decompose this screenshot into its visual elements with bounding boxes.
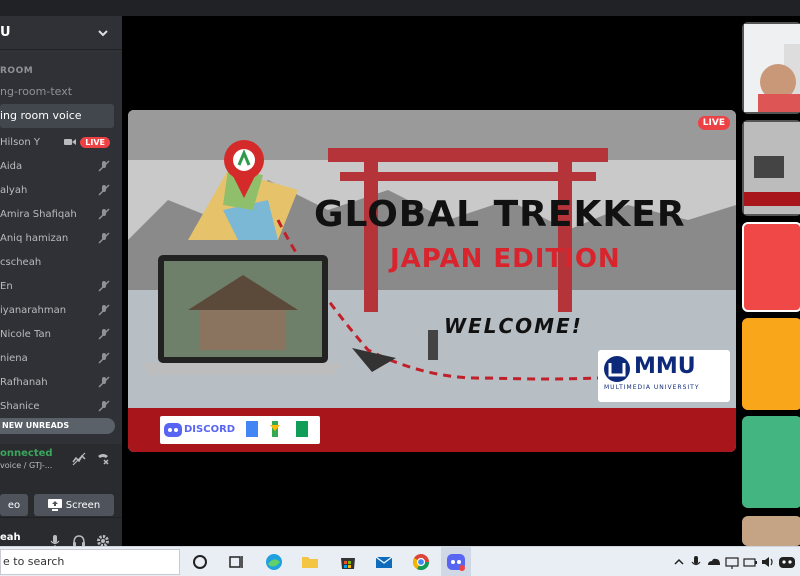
mic-off-icon (98, 232, 110, 244)
participant-tile-orange[interactable] (742, 318, 800, 410)
taskbar-search[interactable]: e to search (0, 549, 180, 575)
windows-taskbar: e to search (0, 546, 800, 576)
edge-icon[interactable] (264, 552, 284, 572)
voice-user[interactable]: Aniq hamizan (0, 226, 122, 250)
mic-off-icon (98, 304, 110, 316)
participant-tile-camera[interactable] (742, 22, 800, 114)
slide-footer-band: DISCORD (128, 408, 736, 452)
screen-share-icon (47, 499, 62, 511)
category-room[interactable]: ROOM (0, 66, 122, 76)
voice-user[interactable]: niena (0, 346, 122, 370)
voice-status[interactable]: onnected (0, 448, 53, 459)
volume-icon[interactable] (760, 552, 776, 572)
voice-connection-panel: onnected voice / GTJ-... eo Screen (0, 444, 122, 518)
participant-video (744, 24, 800, 112)
sponsor-logos: DISCORD (160, 416, 320, 444)
voice-user[interactable]: alyah (0, 178, 122, 202)
mmu-logo: MMU MULTIMEDIA UNIVERSITY (598, 350, 730, 402)
user-panel: eah (0, 518, 122, 546)
discord-tray-icon[interactable] (778, 552, 796, 572)
mic-off-icon (98, 352, 110, 364)
camera-icon (64, 139, 77, 145)
folder-icon[interactable] (300, 552, 320, 572)
video-button[interactable]: eo (0, 494, 28, 516)
store-icon[interactable] (338, 552, 358, 572)
mail-icon[interactable] (374, 552, 394, 572)
mic-off-icon (98, 328, 110, 340)
mic-off-icon (98, 280, 110, 292)
voice-user[interactable]: cscheah (0, 250, 122, 274)
live-indicator: LIVE (697, 116, 730, 130)
mic-off-icon (98, 400, 110, 412)
slide-subtitle: JAPAN EDITION (390, 244, 621, 274)
mic-off-icon (98, 160, 110, 172)
mic-off-icon (98, 184, 110, 196)
voice-channel-path[interactable]: voice / GTJ-... (0, 461, 52, 470)
battery-icon[interactable] (742, 552, 758, 572)
onedrive-icon[interactable] (706, 552, 722, 572)
discord-icon (164, 423, 182, 437)
gear-icon[interactable] (96, 534, 110, 546)
new-unreads-banner[interactable]: NEW UNREADS (0, 418, 115, 434)
chrome-icon[interactable] (411, 552, 431, 572)
microphone-icon[interactable] (48, 534, 62, 546)
voice-user[interactable]: Shanice (0, 394, 122, 418)
voice-user[interactable]: Rafhanah (0, 370, 122, 394)
voice-user[interactable]: Amira Shafiqah (0, 202, 122, 226)
mmu-emblem-icon (604, 356, 630, 382)
screen-share-button[interactable]: Screen (34, 494, 114, 516)
google-apps-icon (246, 421, 308, 437)
participant-tile-green[interactable] (742, 416, 800, 508)
stream-stage: LIVE GLOBAL TREKKER JAPAN EDITION WELCOM… (122, 16, 742, 546)
microphone-icon[interactable] (688, 552, 704, 572)
server-name: U (0, 25, 11, 40)
task-view-icon[interactable] (226, 552, 246, 572)
voice-user[interactable]: iyanarahman (0, 298, 122, 322)
top-strip (0, 0, 800, 16)
voice-user[interactable]: En (0, 274, 122, 298)
live-badge: LIVE (80, 136, 110, 148)
participant-tile-red[interactable] (742, 222, 800, 312)
stream-preview (744, 122, 800, 214)
voice-user[interactable]: Nicole Tan (0, 322, 122, 346)
voice-user[interactable]: Aida (0, 154, 122, 178)
slide-title: GLOBAL TREKKER (314, 194, 686, 235)
headphones-icon[interactable] (72, 534, 86, 546)
participant-tile-stream[interactable] (742, 120, 800, 216)
chevron-up-icon[interactable] (672, 552, 686, 572)
slide-welcome: WELCOME! (444, 314, 583, 338)
network-icon[interactable] (724, 552, 740, 572)
cortana-icon[interactable] (190, 552, 210, 572)
taskbar-active-app[interactable] (441, 547, 471, 576)
shared-screen[interactable]: LIVE GLOBAL TREKKER JAPAN EDITION WELCOM… (128, 110, 736, 452)
chevron-down-icon[interactable] (96, 26, 110, 40)
current-username[interactable]: eah (0, 532, 21, 543)
mic-off-icon (98, 376, 110, 388)
voice-user[interactable]: Hilson Y LIVE (0, 130, 122, 154)
channel-sidebar: U ROOM ng-room-text ing room voice Hilso… (0, 16, 122, 546)
voice-channel[interactable]: ing room voice (0, 104, 114, 128)
voice-users-list: Hilson Y LIVE Aida alyah Amira Shafiqah … (0, 130, 122, 418)
server-header[interactable]: U (0, 16, 122, 50)
disconnect-icon[interactable] (96, 452, 110, 466)
mic-off-icon (98, 208, 110, 220)
participant-tile-tan[interactable] (742, 516, 800, 546)
noise-suppression-icon[interactable] (72, 452, 86, 466)
participants-column (742, 16, 800, 546)
discord-icon (447, 554, 465, 571)
text-channel[interactable]: ng-room-text (0, 80, 122, 104)
